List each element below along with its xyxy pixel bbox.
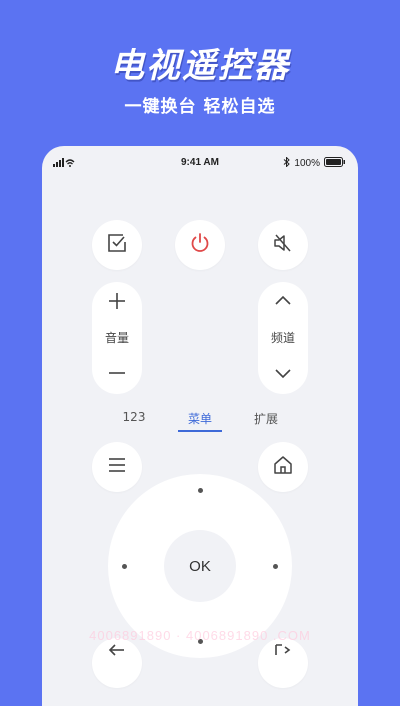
- home-button[interactable]: [258, 442, 308, 492]
- dpad-up[interactable]: [198, 488, 203, 493]
- exit-icon: [273, 642, 293, 661]
- tab-123[interactable]: 123: [109, 410, 159, 424]
- tab-extend[interactable]: 扩展: [241, 410, 291, 427]
- power-button[interactable]: [175, 220, 225, 270]
- mute-button[interactable]: [258, 220, 308, 270]
- menu-icon: [107, 457, 127, 477]
- mute-icon: [272, 232, 294, 258]
- battery-percent: 100%: [294, 158, 320, 169]
- volume-control: 音量: [92, 282, 142, 394]
- dpad-left[interactable]: [122, 564, 127, 569]
- status-bar: 9:41 AM 100%: [42, 146, 358, 180]
- dpad-right[interactable]: [273, 564, 278, 569]
- back-arrow-icon: [107, 642, 127, 661]
- tab-menu[interactable]: 菜单: [175, 410, 225, 427]
- channel-label: 频道: [270, 331, 295, 345]
- power-icon: [189, 232, 211, 258]
- active-tab-indicator: [178, 430, 222, 432]
- ok-button[interactable]: OK: [164, 530, 236, 602]
- input-source-button[interactable]: [92, 220, 142, 270]
- volume-up-icon[interactable]: [106, 290, 128, 312]
- volume-down-icon[interactable]: [106, 362, 128, 384]
- exit-button[interactable]: [258, 638, 308, 688]
- menu-button[interactable]: [92, 442, 142, 492]
- channel-up-icon[interactable]: [272, 290, 294, 312]
- channel-control: 频道: [258, 282, 308, 394]
- hero-title: 电视遥控器: [110, 46, 290, 86]
- phone-frame: 9:41 AM 100% 音量 频道 123 菜单 扩展 OK: [42, 146, 358, 706]
- mode-tabs: 123 菜单 扩展: [42, 406, 358, 436]
- bluetooth-icon: [283, 156, 291, 170]
- hero-subtitle: 一键换台 轻松自选: [124, 97, 276, 117]
- battery-icon: [324, 157, 346, 170]
- channel-down-icon[interactable]: [272, 362, 294, 384]
- back-button[interactable]: [92, 638, 142, 688]
- watermark: 4006891890 · 4006891890 .COM: [89, 628, 311, 643]
- home-icon: [272, 454, 294, 480]
- volume-label: 音量: [104, 331, 129, 345]
- checkbox-icon: [107, 233, 127, 257]
